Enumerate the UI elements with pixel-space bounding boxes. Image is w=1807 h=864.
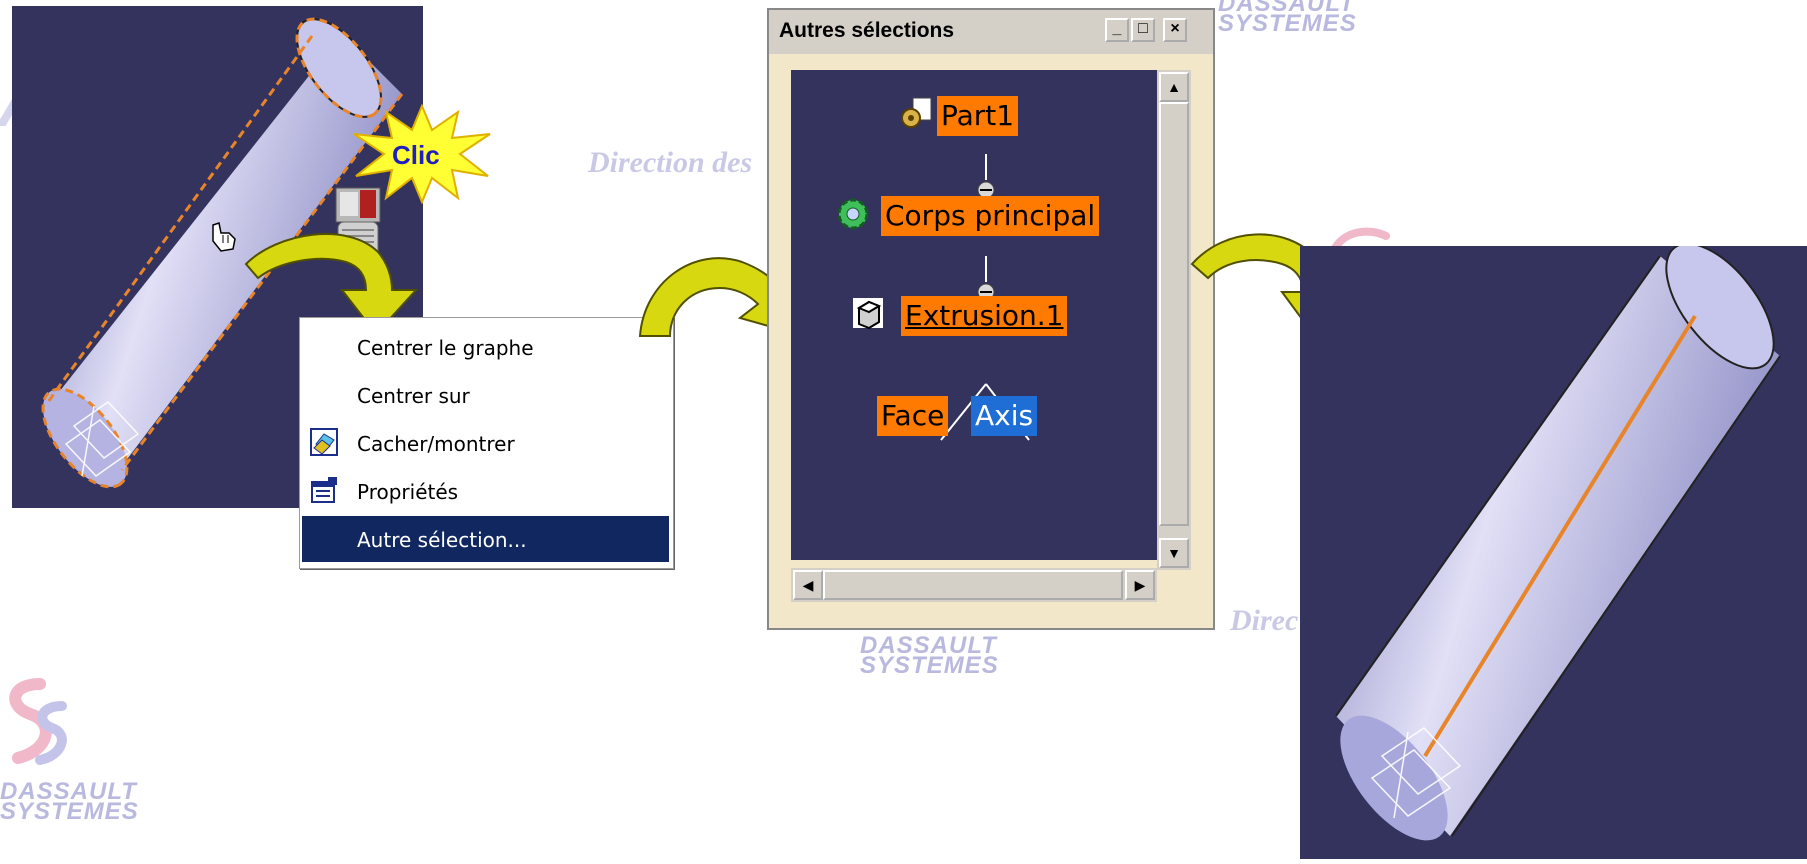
scroll-up-button[interactable]: ▲ (1159, 72, 1189, 102)
clic-label: Clic (392, 140, 440, 170)
horizontal-scroll-thumb[interactable] (823, 570, 1123, 600)
menu-item-label: Autre sélection... (357, 528, 527, 552)
tree-node-part1[interactable]: Part1 (937, 96, 1019, 136)
tree-node-extrusion[interactable]: Extrusion.1 (901, 296, 1068, 336)
brand-watermark-bottom-left: DASSAULT SYSTEMES (0, 780, 139, 825)
menu-item-centrer-sur[interactable]: Centrer sur (302, 372, 669, 418)
menu-item-centrer-le-graphe[interactable]: Centrer le graphe (302, 324, 669, 370)
menu-item-autre-selection[interactable]: Autre sélection... (302, 516, 669, 562)
menu-item-proprietes[interactable]: Propriétés (302, 468, 669, 514)
brand-line2: SYSTEMES (0, 798, 139, 825)
menu-item-label: Propriétés (357, 480, 459, 504)
close-button[interactable]: × (1163, 18, 1187, 42)
vertical-scroll-thumb[interactable] (1159, 102, 1189, 526)
menu-item-label: Centrer le graphe (357, 336, 534, 360)
cylinder-axis-view[interactable] (1300, 242, 1807, 859)
menu-item-label: Cacher/montrer (357, 432, 515, 456)
extrusion-icon (853, 298, 883, 330)
brand-watermark-middle: DASSAULT SYSTEMES (860, 634, 999, 679)
right-3d-viewport[interactable] (1300, 242, 1807, 859)
part-icon (901, 97, 932, 128)
body-icon (837, 198, 869, 230)
context-menu: Centrer le graphe Centrer sur Cacher/mon… (299, 317, 674, 569)
brand-line2: SYSTEMES (860, 652, 999, 679)
dialog-title-bar[interactable]: Autres sélections _ □ × (769, 10, 1213, 54)
menu-item-cacher-montrer[interactable]: Cacher/montrer (302, 420, 669, 466)
watermark-direction: Direction des (588, 146, 753, 179)
tree-node-axis[interactable]: Axis (971, 396, 1038, 436)
menu-item-label: Centrer sur (357, 384, 470, 408)
maximize-button[interactable]: □ (1131, 18, 1155, 42)
brand-line2: SYSTEMES (1218, 10, 1357, 37)
tree-node-corps-principal[interactable]: Corps principal (881, 196, 1100, 236)
minimize-button[interactable]: _ (1105, 18, 1129, 42)
other-selections-dialog: Autres sélections _ □ × Part1 Corps prin… (767, 8, 1215, 630)
horizontal-scrollbar[interactable]: ◀ ▶ (791, 568, 1157, 602)
ds-logo-icon (9, 678, 67, 765)
selection-tree: Part1 Corps principal Extrusion.1 Face A… (791, 70, 1157, 560)
hide-show-icon (310, 428, 338, 456)
scroll-down-button[interactable]: ▼ (1159, 538, 1189, 568)
tree-node-face[interactable]: Face (877, 396, 949, 436)
brand-watermark-top: DASSAULT SYSTEMES (1218, 0, 1357, 37)
scroll-right-button[interactable]: ▶ (1125, 570, 1155, 600)
watermark-direction-right: Direc (1230, 604, 1299, 637)
dialog-title: Autres sélections (779, 19, 955, 42)
scroll-left-button[interactable]: ◀ (793, 570, 823, 600)
hand-cursor-icon (212, 222, 236, 252)
properties-icon (311, 477, 337, 503)
